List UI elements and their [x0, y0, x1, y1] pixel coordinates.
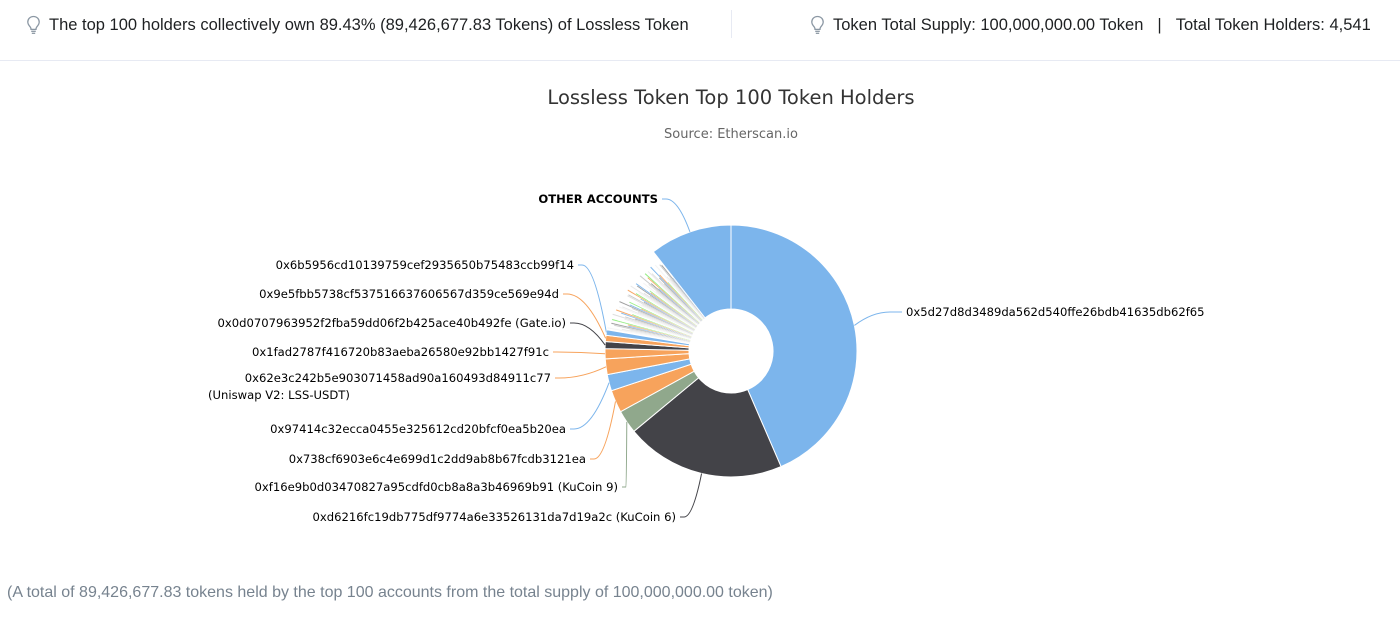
label-connector	[680, 473, 703, 518]
pie-label: 0x97414c32ecca0455e325612cd20bfcf0ea5b20…	[270, 422, 566, 436]
lightbulb-icon	[811, 15, 824, 34]
pie-label: 0xd6216fc19db775df9774a6e33526131da7d19a…	[313, 510, 676, 524]
top-holders-text: The top 100 holders collectively own 89.…	[49, 15, 689, 34]
chart-title: Lossless Token Top 100 Token Holders	[547, 86, 914, 109]
total-holders-text: Total Token Holders: 4,541	[1175, 15, 1371, 34]
pie-label: 0x62e3c242b5e903071458ad90a160493d84911c…	[208, 371, 551, 402]
separator: |	[1157, 15, 1162, 34]
pie-label: 0x0d0707963952f2fba59dd06f2b425ace40b492…	[218, 316, 566, 330]
pie-label: 0x1fad2787f416720b83aeba26580e92bb1427f9…	[252, 345, 549, 359]
holders-donut-chart: Lossless Token Top 100 Token Holders Sou…	[208, 86, 1205, 524]
label-connector	[662, 198, 691, 233]
label-connector	[570, 382, 610, 430]
pie-label: 0x5d27d8d3489da562d540ffe26bdb41635db62f…	[906, 305, 1205, 319]
pie-label: OTHER ACCOUNTS	[538, 192, 658, 206]
label-connector	[555, 366, 607, 379]
pie-label: 0x738cf6903e6c4e699d1c2dd9ab8b67fcdb3121…	[289, 452, 586, 466]
label-connector	[622, 421, 628, 488]
label-connector	[578, 264, 607, 333]
label-connector	[854, 311, 902, 326]
pie-label: 0x9e5fbb5738cf537516637606567d359ce569e9…	[259, 287, 559, 301]
summary-bar: The top 100 holders collectively own 89.…	[0, 0, 1400, 61]
footer-note: (A total of 89,426,677.83 tokens held by…	[7, 584, 773, 601]
chart-subtitle: Source: Etherscan.io	[664, 127, 798, 142]
label-connector	[553, 351, 606, 355]
supply-summary: Token Total Supply: 100,000,000.00 Token…	[810, 12, 1371, 38]
lightbulb-icon	[27, 15, 40, 34]
top-holders-summary: The top 100 holders collectively own 89.…	[26, 12, 689, 38]
chart-slices	[604, 224, 858, 478]
total-supply-text: Token Total Supply: 100,000,000.00 Token	[833, 15, 1144, 34]
pie-label: 0x6b5956cd10139759cef2935650b75483ccb99f…	[276, 258, 574, 272]
label-connector	[590, 401, 617, 460]
divider	[731, 10, 732, 38]
pie-label: 0xf16e9b0d03470827a95cdfd0cb8a8a3b46969b…	[255, 480, 618, 494]
